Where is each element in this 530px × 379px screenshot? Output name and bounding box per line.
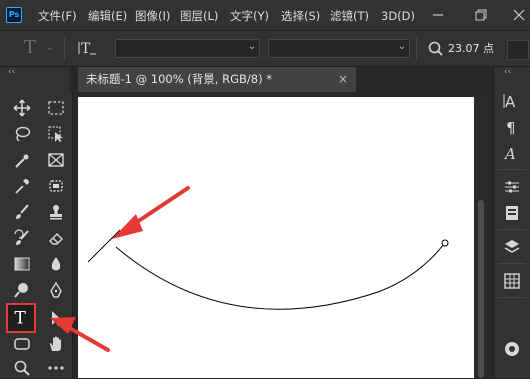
panel-dock: ‹‹ A ¶ A bbox=[493, 67, 530, 378]
layers-icon[interactable] bbox=[500, 235, 524, 259]
divider bbox=[498, 297, 526, 298]
photoshop-logo[interactable]: Ps bbox=[6, 7, 22, 23]
type-icon: T bbox=[12, 308, 30, 329]
lasso-icon[interactable] bbox=[10, 123, 34, 145]
close-window-icon[interactable] bbox=[512, 8, 526, 22]
paths-icon[interactable] bbox=[500, 337, 524, 361]
options-bar: T ⌄ T ⌄ ⌄ 23.07 点 bbox=[0, 31, 530, 67]
restore-icon[interactable] bbox=[474, 8, 488, 22]
vertical-scrollbar[interactable] bbox=[474, 92, 488, 378]
menu-edit[interactable]: 编辑(E) bbox=[88, 0, 127, 30]
hand-icon[interactable] bbox=[44, 333, 68, 355]
object-select-icon[interactable] bbox=[44, 123, 68, 145]
path-select-icon[interactable] bbox=[44, 307, 68, 329]
font-family-select[interactable]: ⌄ bbox=[115, 39, 260, 58]
divider bbox=[498, 263, 526, 264]
drop-icon[interactable] bbox=[44, 253, 68, 275]
eraser-icon[interactable] bbox=[44, 227, 68, 249]
svg-text:¶: ¶ bbox=[506, 119, 516, 136]
canvas-area bbox=[73, 92, 474, 378]
collapse-icon[interactable]: ‹‹ bbox=[504, 67, 511, 77]
marquee-icon[interactable] bbox=[44, 97, 68, 119]
text-path-curve[interactable] bbox=[78, 97, 474, 378]
gradient-icon[interactable] bbox=[10, 253, 34, 275]
font-size-icon bbox=[428, 41, 444, 60]
divider bbox=[64, 37, 65, 61]
adjust-icon[interactable] bbox=[500, 175, 524, 199]
paragraph-icon[interactable]: ¶ bbox=[500, 115, 524, 139]
brush-icon[interactable] bbox=[10, 201, 34, 223]
divider bbox=[498, 229, 526, 230]
menu-filter[interactable]: 滤镜(T) bbox=[330, 0, 369, 30]
collapse-icon[interactable]: ‹‹ bbox=[8, 67, 15, 77]
close-icon[interactable]: × bbox=[338, 67, 348, 92]
font-style-select[interactable]: ⌄ bbox=[268, 39, 410, 58]
chevron-down-icon[interactable]: ⌄ bbox=[46, 43, 54, 53]
divider bbox=[498, 169, 526, 170]
more-icon[interactable] bbox=[44, 357, 68, 379]
eyedropper-icon[interactable] bbox=[10, 175, 34, 197]
svg-text:A: A bbox=[503, 145, 516, 162]
document-canvas[interactable] bbox=[78, 97, 474, 378]
text-orientation-icon[interactable]: T bbox=[78, 39, 98, 60]
svg-text:T: T bbox=[15, 308, 27, 326]
history-brush-icon[interactable] bbox=[10, 227, 34, 249]
zoom-icon[interactable] bbox=[10, 357, 34, 379]
menu-3d[interactable]: 3D(D) bbox=[381, 0, 415, 30]
anchor-point-icon bbox=[441, 239, 449, 247]
chevron-down-icon: ⌄ bbox=[247, 41, 256, 52]
text-cursor-icon bbox=[87, 229, 121, 263]
svg-text:A: A bbox=[505, 93, 516, 110]
scrollbar-thumb[interactable] bbox=[478, 200, 484, 378]
document-tab-title: 未标题-1 @ 100% (背景, RGB/8) * bbox=[86, 72, 272, 86]
character-icon[interactable]: A bbox=[500, 89, 524, 113]
menu-type[interactable]: 文字(Y) bbox=[230, 0, 269, 30]
channels-icon[interactable] bbox=[500, 269, 524, 293]
stamp-icon[interactable] bbox=[44, 201, 68, 223]
document-tabs: 未标题-1 @ 100% (背景, RGB/8) * × bbox=[70, 67, 492, 92]
frame-icon[interactable] bbox=[44, 149, 68, 171]
svg-text:T: T bbox=[81, 41, 91, 57]
toolbar: ‹‹ T bbox=[0, 67, 73, 378]
menu-image[interactable]: 图像(I) bbox=[135, 0, 170, 30]
divider bbox=[416, 37, 417, 61]
chevron-down-icon: ⌄ bbox=[397, 41, 406, 52]
shape-icon[interactable] bbox=[10, 333, 34, 355]
glyphs-icon[interactable]: A bbox=[500, 141, 524, 165]
dodge-icon[interactable] bbox=[10, 279, 34, 301]
pen-icon[interactable] bbox=[44, 279, 68, 301]
menu-layer[interactable]: 图层(L) bbox=[180, 0, 218, 30]
tool-preset-type-icon[interactable]: T bbox=[24, 37, 36, 58]
font-size-dropdown[interactable] bbox=[507, 40, 529, 60]
patch-icon[interactable] bbox=[44, 175, 68, 197]
menu-select[interactable]: 选择(S) bbox=[281, 0, 320, 30]
properties-icon[interactable] bbox=[500, 201, 524, 225]
minimize-icon[interactable] bbox=[431, 8, 445, 22]
document-tab[interactable]: 未标题-1 @ 100% (背景, RGB/8) * × bbox=[78, 67, 356, 92]
quick-select-icon[interactable] bbox=[10, 149, 34, 171]
type-tool-button[interactable]: T bbox=[6, 303, 36, 333]
move-icon[interactable] bbox=[10, 97, 34, 119]
font-size-field[interactable]: 23.07 点 bbox=[448, 37, 502, 61]
menu-bar: Ps 文件(F) 编辑(E) 图像(I) 图层(L) 文字(Y) 选择(S) 滤… bbox=[0, 0, 530, 31]
menu-file[interactable]: 文件(F) bbox=[38, 0, 77, 30]
